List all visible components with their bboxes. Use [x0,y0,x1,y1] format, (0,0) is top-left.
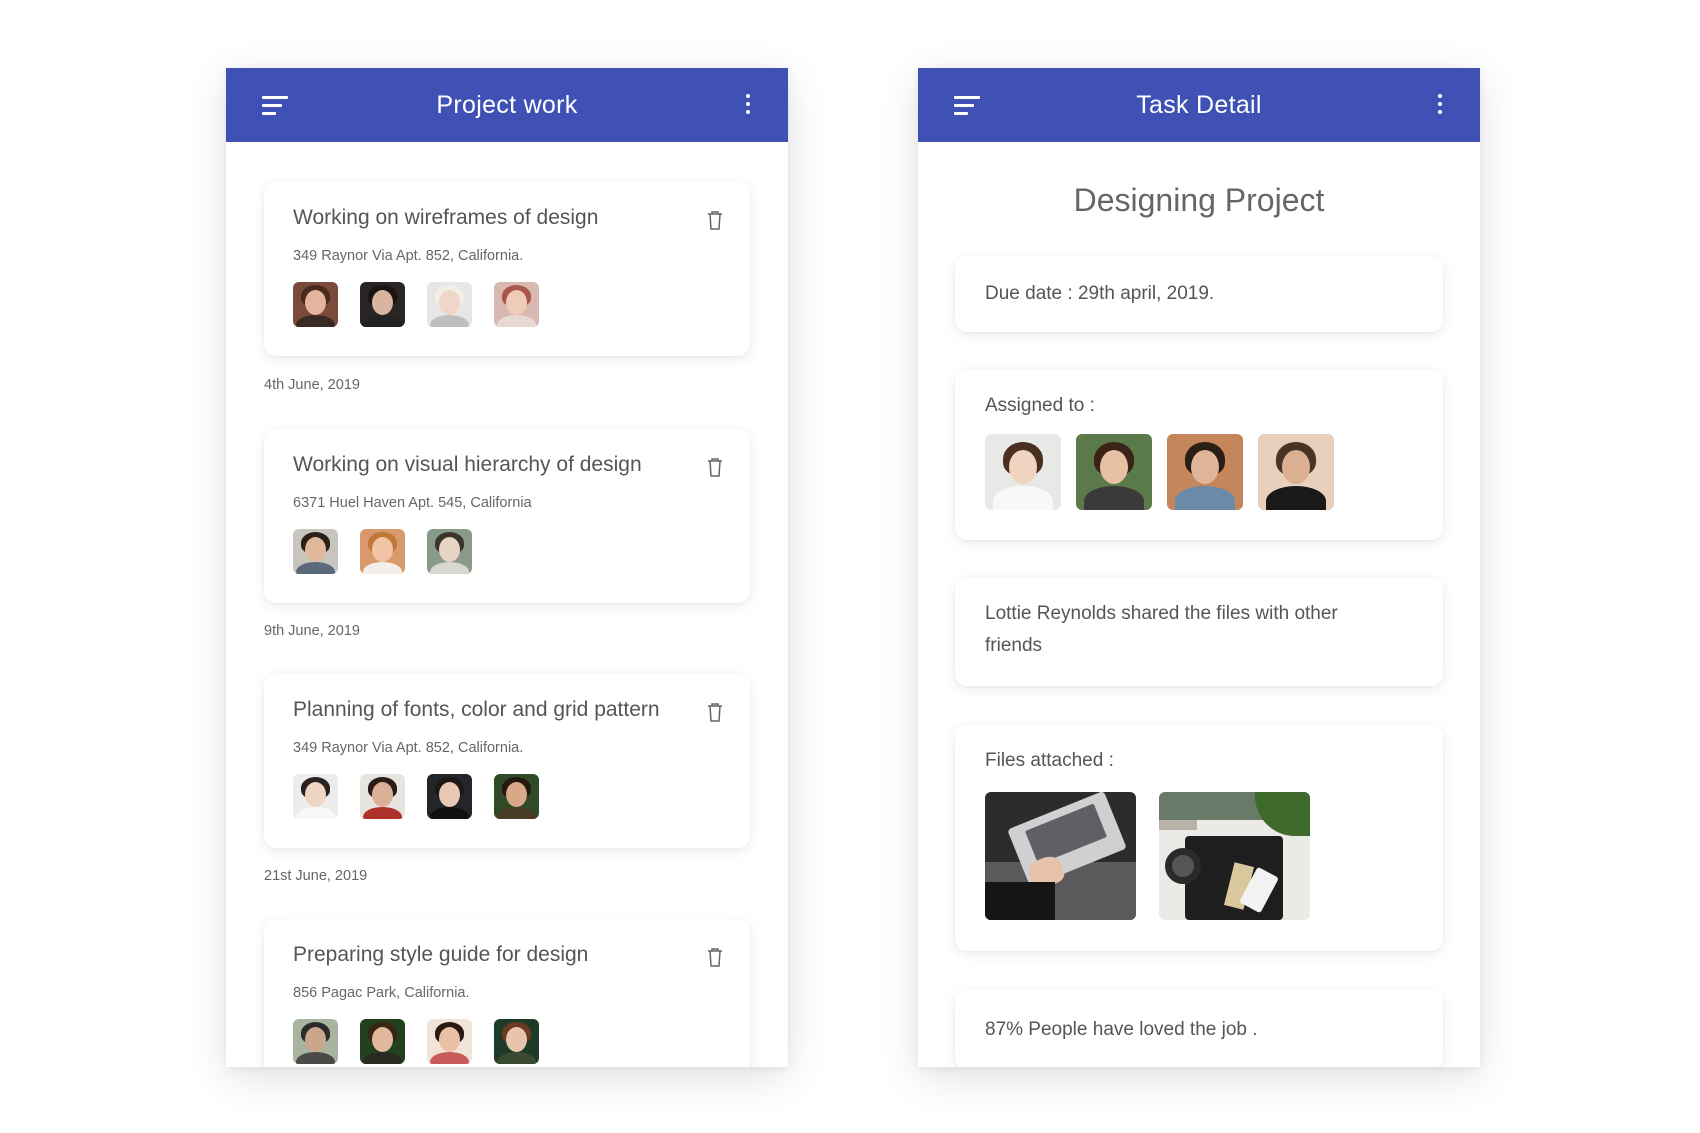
assignee-group [985,434,1334,510]
shared-files-text: Lottie Reynolds shared the files with ot… [985,598,1338,662]
file-thumbnail-laptop[interactable] [985,792,1136,920]
love-stat-card: 87% People have loved the job . [955,990,1443,1067]
avatar[interactable] [360,529,405,574]
avatar[interactable] [985,434,1061,510]
task-address: 6371 Huel Haven Apt. 545, California [293,495,532,511]
avatar[interactable] [293,282,338,327]
avatar[interactable] [494,282,539,327]
avatar[interactable] [427,282,472,327]
assigned-card: Assigned to : [955,370,1443,540]
trash-icon[interactable] [707,457,723,477]
avatar[interactable] [494,774,539,819]
trash-icon[interactable] [707,947,723,967]
avatar[interactable] [1076,434,1152,510]
app-bar: Task Detail [918,68,1480,142]
avatar[interactable] [494,1019,539,1064]
task-card[interactable]: Planning of fonts, color and grid patter… [264,674,750,848]
file-thumbnail-desk[interactable] [1159,792,1310,920]
avatar[interactable] [360,1019,405,1064]
task-title: Working on visual hierarchy of design [293,453,642,476]
task-address: 349 Raynor Via Apt. 852, California. [293,248,524,264]
files-label: Files attached : [985,750,1114,771]
files-card: Files attached : [955,725,1443,951]
task-detail-screen: Task Detail Designing Project Due date :… [918,68,1480,1067]
date-label: 4th June, 2019 [264,377,360,393]
avatar-group [293,1019,539,1064]
avatar-group [293,774,539,819]
shared-files-card: Lottie Reynolds shared the files with ot… [955,578,1443,686]
menu-icon[interactable] [262,96,288,116]
avatar[interactable] [293,529,338,574]
shared-line-2: friends [985,635,1043,656]
avatar-group [293,282,539,327]
task-card[interactable]: Working on visual hierarchy of design 63… [264,429,750,603]
love-stat-text: 87% People have loved the job . [985,1019,1258,1040]
date-label: 9th June, 2019 [264,623,360,639]
task-title: Planning of fonts, color and grid patter… [293,698,660,721]
screen-title: Task Detail [1136,90,1262,119]
trash-icon[interactable] [707,702,723,722]
avatar[interactable] [293,774,338,819]
avatar[interactable] [293,1019,338,1064]
menu-icon[interactable] [954,96,980,116]
task-address: 856 Pagac Park, California. [293,985,470,1001]
task-title: Preparing style guide for design [293,943,589,966]
shared-line-1: Lottie Reynolds shared the files with ot… [985,603,1338,624]
task-card[interactable]: Working on wireframes of design 349 Rayn… [264,182,750,356]
avatar[interactable] [427,529,472,574]
more-options-icon[interactable] [744,94,752,116]
avatar[interactable] [427,774,472,819]
assigned-label: Assigned to : [985,395,1095,416]
task-address: 349 Raynor Via Apt. 852, California. [293,740,524,756]
date-label: 21st June, 2019 [264,868,368,884]
avatar-group [293,529,472,574]
avatar[interactable] [427,1019,472,1064]
screen-title: Project work [436,90,578,119]
app-bar: Project work [226,68,788,142]
file-thumbnails [985,792,1310,920]
avatar[interactable] [360,774,405,819]
avatar[interactable] [1167,434,1243,510]
due-date-card: Due date : 29th april, 2019. [955,256,1443,332]
avatar[interactable] [1258,434,1334,510]
avatar[interactable] [360,282,405,327]
project-work-screen: Project work Working on wireframes of de… [226,68,788,1067]
due-date-text: Due date : 29th april, 2019. [985,283,1215,304]
task-card[interactable]: Preparing style guide for design 856 Pag… [264,919,750,1067]
task-title: Working on wireframes of design [293,206,599,229]
trash-icon[interactable] [707,210,723,230]
more-options-icon[interactable] [1436,94,1444,116]
project-heading: Designing Project [1073,182,1325,218]
